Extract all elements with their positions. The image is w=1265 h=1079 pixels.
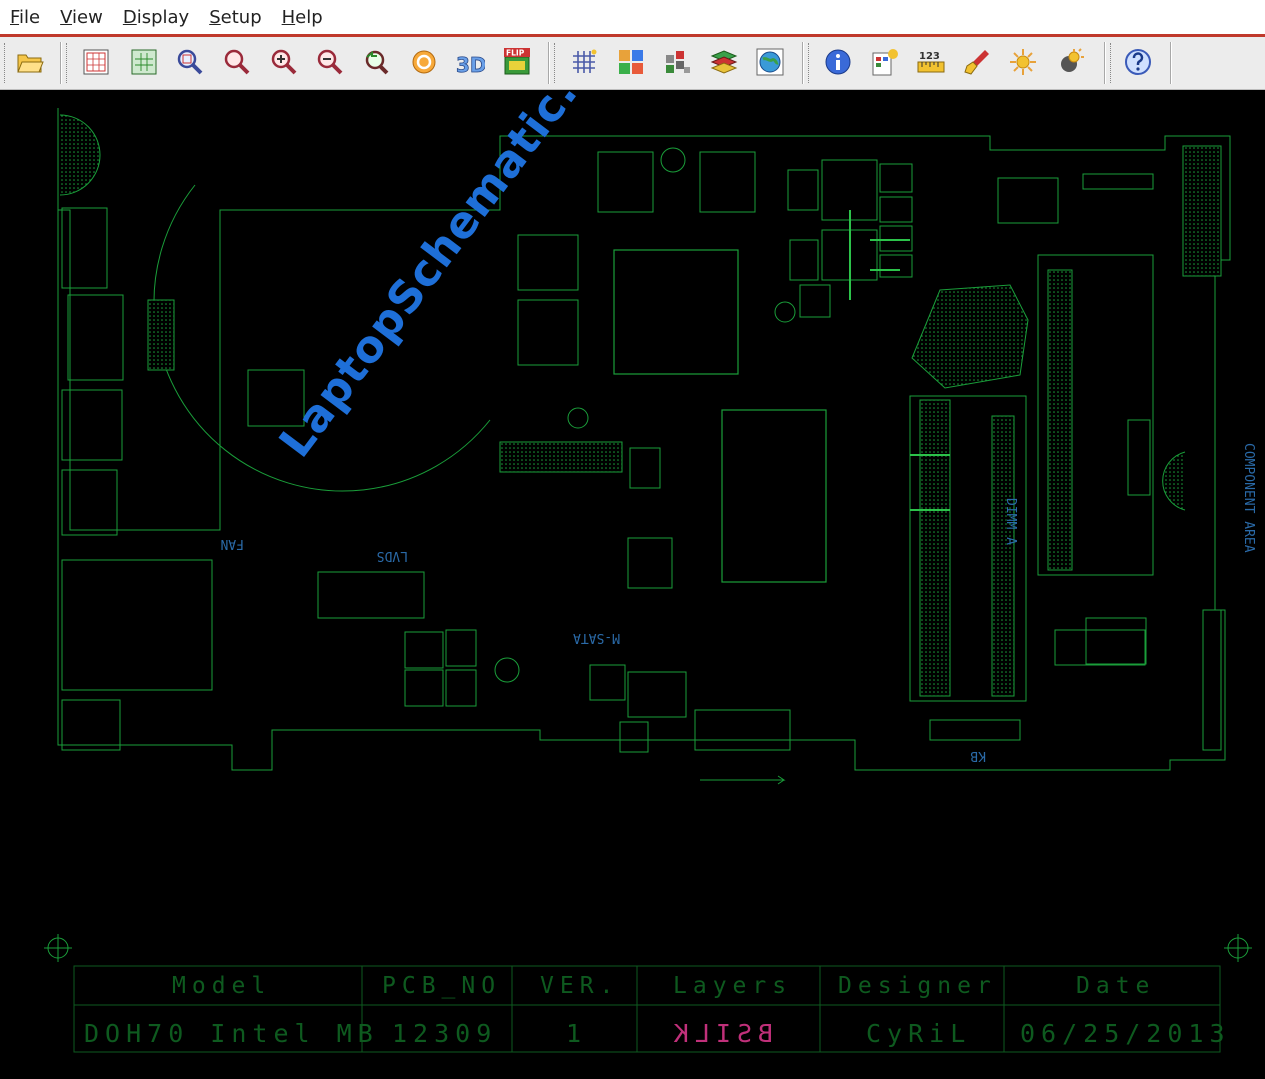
header-ver: VER. — [540, 973, 619, 999]
zoom-out-icon — [317, 49, 343, 75]
zoom-in-button[interactable] — [266, 44, 302, 80]
highlight-button[interactable] — [958, 44, 994, 80]
zoom-fit-button[interactable] — [219, 44, 255, 80]
svg-text:FLIP: FLIP — [506, 49, 525, 58]
flip-icon: FLIP — [504, 48, 530, 75]
value-ver: 1 — [566, 1019, 587, 1048]
header-designer: Designer — [838, 973, 997, 999]
flip-button[interactable]: FLIP — [499, 44, 535, 80]
measure-button[interactable]: 123 — [913, 44, 949, 80]
value-date: 06/25/2013 — [1020, 1019, 1231, 1048]
three-d-icon: 3D — [456, 53, 485, 77]
brightness-down-button[interactable] — [1052, 44, 1088, 80]
menu-bar: File View Display Setup Help — [0, 0, 1265, 37]
header-layers: Layers — [673, 973, 792, 999]
properties-icon — [872, 49, 898, 76]
info-icon — [825, 49, 851, 75]
zoom-area-button[interactable] — [172, 44, 208, 80]
menu-view[interactable]: View — [50, 7, 113, 28]
help-button[interactable] — [1120, 44, 1156, 80]
board-bottom-button[interactable] — [126, 44, 162, 80]
view-3d-button[interactable]: 3D — [452, 44, 488, 80]
header-date: Date — [1076, 973, 1155, 999]
toolbar-grip-2[interactable] — [66, 43, 70, 83]
help-icon — [1125, 49, 1151, 75]
zoom-previous-icon — [365, 50, 389, 75]
components-icon — [619, 50, 643, 74]
pins-button[interactable] — [659, 44, 695, 80]
zoom-in-icon — [271, 49, 297, 75]
value-pcb-no: 12309 — [392, 1019, 497, 1048]
value-designer: CyRiL — [866, 1019, 971, 1048]
brightness-up-button[interactable] — [1005, 44, 1041, 80]
components-button[interactable] — [613, 44, 649, 80]
board-bottom-icon — [131, 49, 157, 75]
grid-button[interactable] — [566, 44, 602, 80]
label-lvds: LVDS — [377, 548, 408, 563]
label-kb: KB — [970, 748, 986, 763]
title-block: Model PCB_NO VER. Layers Designer Date D… — [73, 965, 1231, 1053]
menu-help[interactable]: Help — [272, 7, 333, 28]
pcb-board-drawing: FAN LVDS M-SATA DIMM A COMPONENT AREA KB… — [44, 108, 1256, 1053]
folder-open-icon — [17, 54, 44, 73]
zoom-fit-icon — [224, 49, 250, 75]
zoom-out-button[interactable] — [312, 44, 348, 80]
menu-display[interactable]: Display — [113, 7, 199, 28]
sun-icon — [1010, 49, 1036, 75]
board-view-button[interactable] — [78, 44, 114, 80]
header-model: Model — [172, 973, 271, 999]
toolbar: 3D FLIP 123 — [0, 37, 1265, 90]
header-pcb-no: PCB_NO — [382, 973, 501, 999]
label-dimm-a: DIMM A — [1003, 498, 1018, 545]
toolbar-grip-4[interactable] — [808, 43, 812, 83]
svg-text:3D: 3D — [456, 53, 485, 77]
grid-icon — [573, 49, 597, 73]
toolbar-grip-3[interactable] — [554, 43, 558, 83]
toolbar-grip-5[interactable] — [1110, 43, 1114, 83]
rotate-icon — [412, 50, 436, 74]
svg-text:123: 123 — [919, 51, 940, 62]
sun-dim-icon — [1061, 48, 1084, 72]
label-fan: FAN — [221, 536, 244, 551]
menu-setup[interactable]: Setup — [199, 7, 271, 28]
open-file-button[interactable] — [12, 44, 48, 80]
toolbar-grip[interactable] — [4, 43, 8, 83]
pins-icon — [666, 51, 690, 73]
layers-icon — [710, 50, 738, 74]
label-component-area: COMPONENT AREA — [1241, 443, 1256, 553]
net-globe-icon — [756, 48, 784, 76]
board-top-icon — [83, 49, 109, 75]
board-canvas[interactable]: FAN LVDS M-SATA DIMM A COMPONENT AREA KB… — [0, 90, 1265, 1079]
value-layers: BSILK — [668, 1019, 773, 1048]
zoom-area-icon — [177, 49, 203, 75]
layers-button[interactable] — [706, 44, 742, 80]
rotate-button[interactable] — [406, 44, 442, 80]
zoom-previous-button[interactable] — [358, 44, 394, 80]
info-button[interactable] — [820, 44, 856, 80]
label-msata: M-SATA — [573, 630, 620, 645]
ruler-icon: 123 — [917, 51, 945, 73]
value-model: DOH70 Intel MB — [84, 1019, 379, 1048]
properties-button[interactable] — [866, 44, 902, 80]
brush-icon — [964, 50, 989, 75]
net-view-button[interactable] — [752, 44, 788, 80]
menu-file[interactable]: File — [0, 7, 50, 28]
